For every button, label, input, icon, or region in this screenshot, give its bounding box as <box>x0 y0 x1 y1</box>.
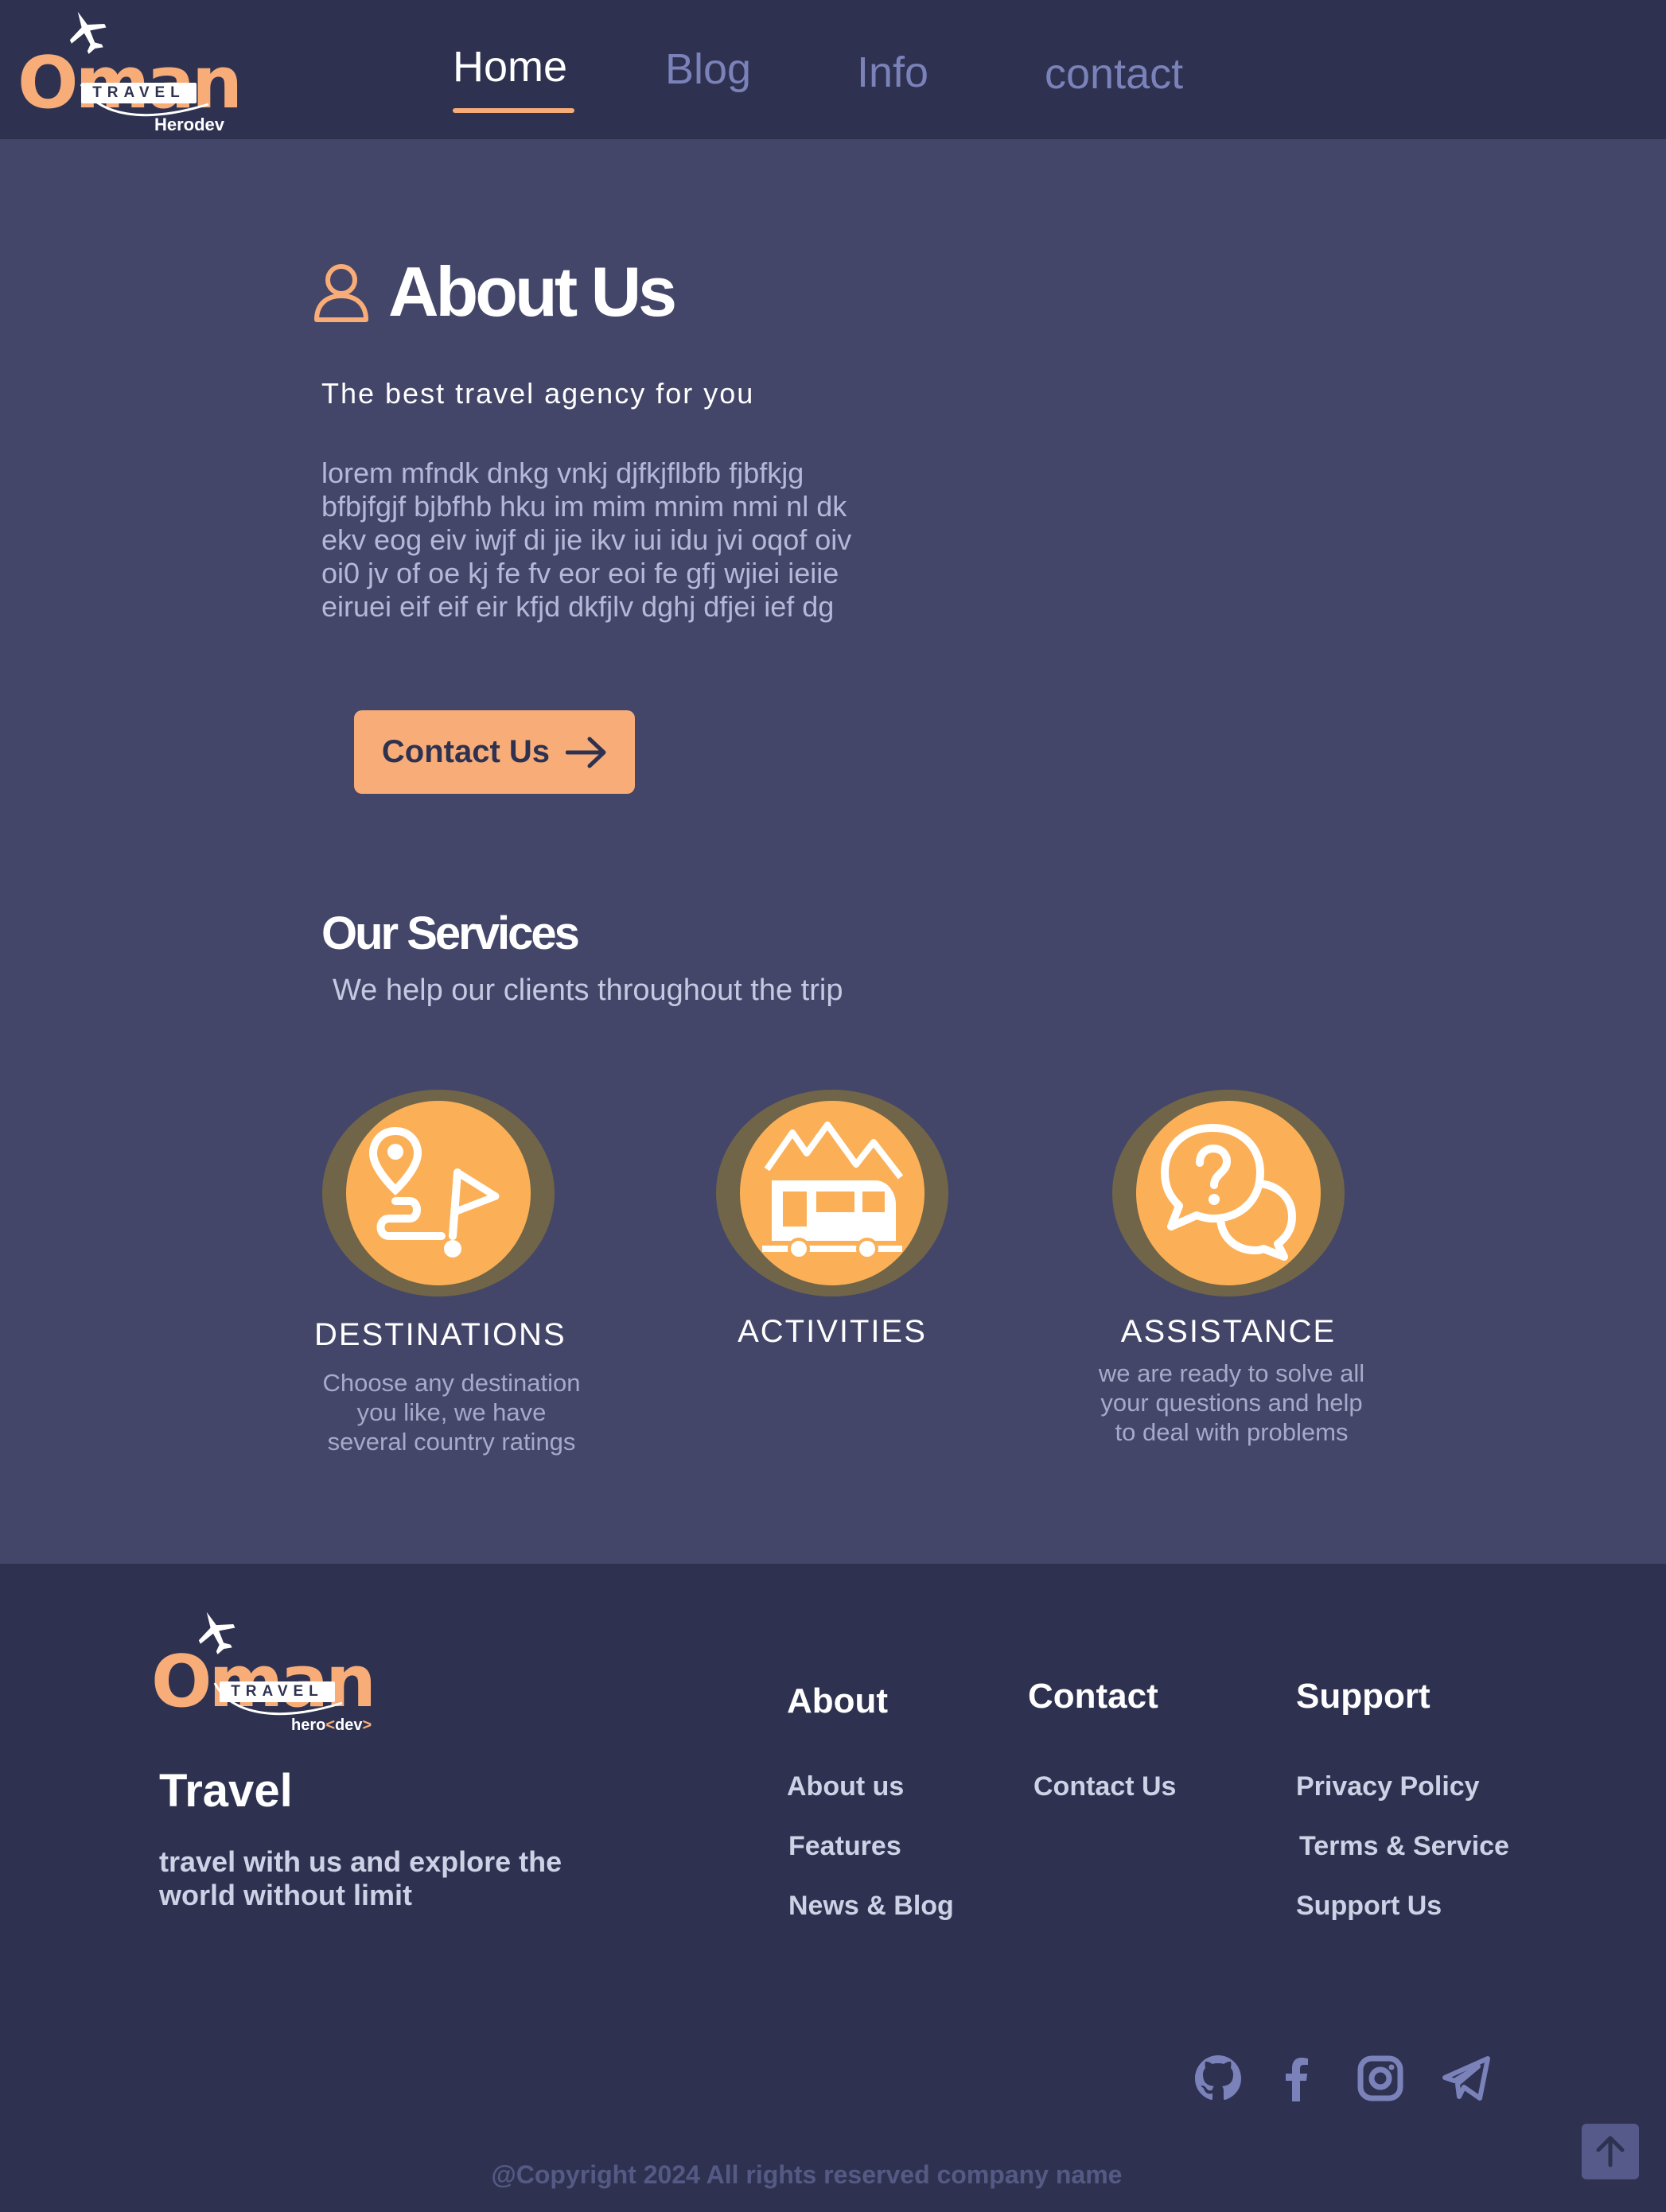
services-subtitle: We help our clients throughout the trip <box>333 974 843 1007</box>
about-tagline: The best travel agency for you <box>321 377 755 410</box>
footer-link-contact-us[interactable]: Contact Us <box>1033 1771 1176 1802</box>
user-icon <box>314 264 368 322</box>
footer-heading-contact: Contact <box>1028 1677 1158 1716</box>
contact-us-label: Contact Us <box>381 734 551 769</box>
nav-active-underline <box>453 108 574 113</box>
service-activities-name: ACTIVITIES <box>738 1314 927 1349</box>
about-title: About Us <box>388 252 677 331</box>
footer-heading-support: Support <box>1296 1677 1431 1716</box>
about-body: lorem mfndk dnkg vnkj djfkjflbfb fjbfkjg… <box>321 457 852 623</box>
service-activities-badge <box>716 1090 948 1296</box>
footer-link-features[interactable]: Features <box>788 1831 901 1862</box>
github-icon[interactable] <box>1192 2052 1244 2105</box>
arrow-right-icon <box>566 737 606 768</box>
arrow-up-icon <box>1596 2136 1625 2167</box>
logo-swoosh <box>213 1682 343 1716</box>
service-destinations-badge <box>322 1090 555 1296</box>
route-flag-icon <box>368 1126 500 1258</box>
facebook-icon[interactable] <box>1270 2052 1322 2105</box>
footer-link-news-blog[interactable]: News & Blog <box>788 1891 954 1922</box>
nav-contact[interactable]: contact <box>1045 49 1183 99</box>
site-header: Oman TRAVEL Herodev Home Blog Info conta… <box>0 0 1666 139</box>
footer-logo-sub: hero<dev> <box>291 1716 372 1734</box>
camper-van-mountain-icon <box>762 1122 904 1260</box>
logo-sub: Herodev <box>154 115 225 134</box>
instagram-icon[interactable] <box>1354 2052 1407 2105</box>
telegram-icon[interactable] <box>1440 2052 1493 2105</box>
footer-brand: Travel <box>159 1765 293 1817</box>
services-title: Our Services <box>321 908 580 959</box>
footer-link-support-us[interactable]: Support Us <box>1296 1891 1442 1922</box>
nav-home[interactable]: Home <box>453 42 567 91</box>
nav-info[interactable]: Info <box>857 48 928 97</box>
header-logo[interactable]: Oman TRAVEL Herodev <box>18 6 243 138</box>
question-chat-icon <box>1161 1124 1296 1261</box>
service-assistance-desc: we are ready to solve all your questions… <box>1098 1359 1365 1446</box>
footer-link-about-us[interactable]: About us <box>787 1771 904 1802</box>
footer-heading-about: About <box>787 1681 889 1720</box>
service-destinations-name: DESTINATIONS <box>314 1317 566 1352</box>
footer-link-privacy-policy[interactable]: Privacy Policy <box>1296 1771 1480 1802</box>
service-assistance-name: ASSISTANCE <box>1120 1314 1337 1349</box>
footer-description: travel with us and explore the world wit… <box>159 1845 562 1911</box>
footer-link-terms-service[interactable]: Terms & Service <box>1299 1831 1509 1862</box>
copyright-text: @Copyright 2024 All rights reserved comp… <box>491 2160 1123 2189</box>
service-destinations-desc: Choose any destination you like, we have… <box>322 1369 581 1456</box>
contact-us-button[interactable]: Contact Us <box>354 710 635 794</box>
footer-logo[interactable]: Oman TRAVEL hero<dev> <box>151 1607 390 1738</box>
back-to-top-button[interactable] <box>1582 2124 1639 2179</box>
service-assistance-badge <box>1112 1090 1345 1296</box>
nav-blog[interactable]: Blog <box>665 45 751 94</box>
